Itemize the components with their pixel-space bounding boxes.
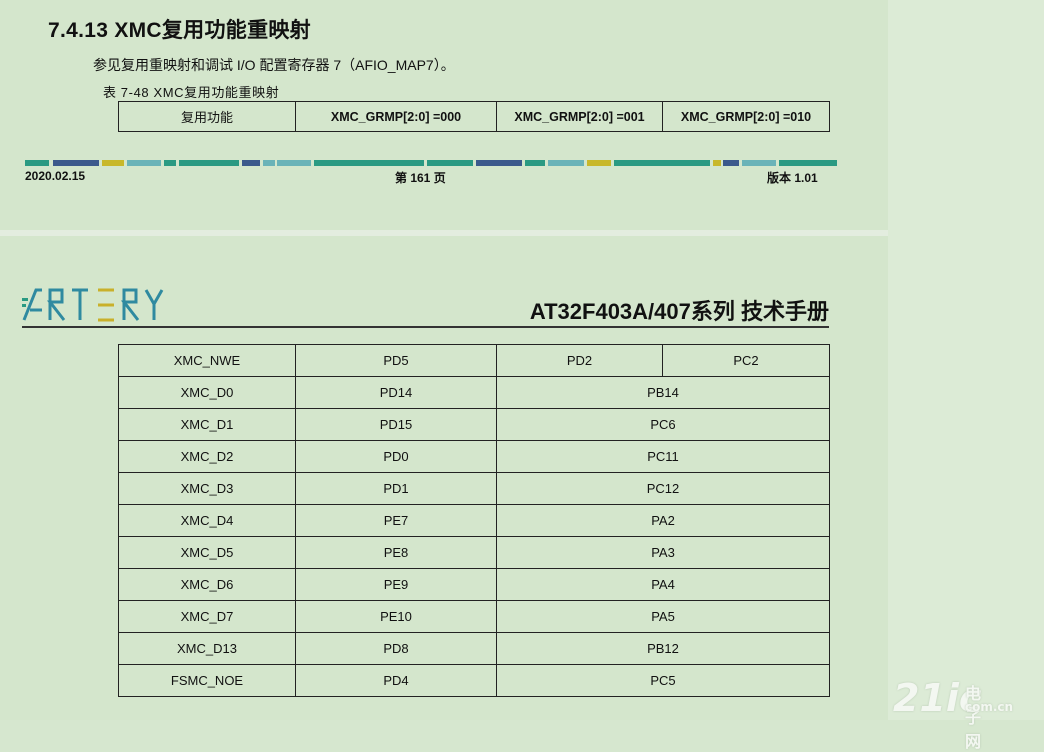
table-cell: XMC_NWE bbox=[118, 344, 296, 377]
footer-bar-segment bbox=[314, 160, 424, 166]
table-cell: PB14 bbox=[496, 376, 830, 409]
table-row: XMC_D2 PD0 PC11 bbox=[118, 440, 830, 473]
table-cell: PE7 bbox=[295, 504, 497, 537]
table-row: XMC_D6 PE9 PA4 bbox=[118, 568, 830, 601]
table-row: XMC_D5 PE8 PA3 bbox=[118, 536, 830, 569]
table-cell: XMC_D7 bbox=[118, 600, 296, 633]
table-cell: FSMC_NOE bbox=[118, 664, 296, 697]
footer-bar-segment bbox=[242, 160, 260, 166]
table-cell: XMC_D0 bbox=[118, 376, 296, 409]
footer-bar-segment bbox=[742, 160, 776, 166]
document-page-161: 7.4.13 XMC复用功能重映射 参见复用重映射和调试 I/O 配置寄存器 7… bbox=[0, 0, 888, 230]
table-cell: PA2 bbox=[496, 504, 830, 537]
table-cell: XMC_D1 bbox=[118, 408, 296, 441]
section-paragraph: 参见复用重映射和调试 I/O 配置寄存器 7（AFIO_MAP7）。 bbox=[93, 57, 455, 73]
table-cell: PB12 bbox=[496, 632, 830, 665]
footer-bar-segment bbox=[25, 160, 49, 166]
table-cell: PD8 bbox=[295, 632, 497, 665]
right-margin bbox=[888, 0, 1044, 720]
table-cell: XMC_D3 bbox=[118, 472, 296, 505]
table-cell: XMC_D4 bbox=[118, 504, 296, 537]
table-row: XMC_D3 PD1 PC12 bbox=[118, 472, 830, 505]
table-cell: PC11 bbox=[496, 440, 830, 473]
footer-bar-segment bbox=[779, 160, 837, 166]
footer-bar-segment bbox=[476, 160, 522, 166]
watermark-domain: com.cn bbox=[965, 700, 1014, 714]
table-row: XMC_D1 PD15 PC6 bbox=[118, 408, 830, 441]
footer-bar-segment bbox=[587, 160, 611, 166]
header-cell: XMC_GRMP[2:0] =001 bbox=[496, 101, 663, 132]
table-cell: PC12 bbox=[496, 472, 830, 505]
header-cell: XMC_GRMP[2:0] =000 bbox=[295, 101, 497, 132]
table-cell: XMC_D5 bbox=[118, 536, 296, 569]
table-cell: XMC_D2 bbox=[118, 440, 296, 473]
table-cell: PA4 bbox=[496, 568, 830, 601]
table-cell: PA5 bbox=[496, 600, 830, 633]
footer-date: 2020.02.15 bbox=[25, 169, 86, 183]
footer-bar-segment bbox=[614, 160, 710, 166]
footer-bar-segment bbox=[713, 160, 721, 166]
table-cell: PD2 bbox=[496, 344, 663, 377]
table-row: FSMC_NOE PD4 PC5 bbox=[118, 664, 830, 697]
remap-pin-table: XMC_NWE PD5 PD2 PC2 XMC_D0 PD14 PB14 XMC_D1 PD15… bbox=[118, 344, 830, 697]
footer-color-bar bbox=[25, 160, 837, 166]
table-header-row: 复用功能 XMC_GRMP[2:0] =000 XMC_GRMP[2:0] =0… bbox=[118, 101, 830, 132]
header-cell: XMC_GRMP[2:0] =010 bbox=[662, 101, 830, 132]
footer-bar-segment bbox=[102, 160, 124, 166]
table-cell: PD15 bbox=[295, 408, 497, 441]
footer-bar-segment bbox=[127, 160, 161, 166]
table-row: XMC_D0 PD14 PB14 bbox=[118, 376, 830, 409]
title-divider bbox=[22, 326, 829, 328]
table-row: XMC_D13 PD8 PB12 bbox=[118, 632, 830, 665]
table-caption: 表 7-48 XMC复用功能重映射 bbox=[103, 85, 280, 100]
footer-bar-segment bbox=[548, 160, 584, 166]
footer-bar-segment bbox=[164, 160, 176, 166]
table-cell: PC5 bbox=[496, 664, 830, 697]
table-cell: XMC_D6 bbox=[118, 568, 296, 601]
artery-logo bbox=[22, 286, 172, 327]
table-cell: PD5 bbox=[295, 344, 497, 377]
header-cell: 复用功能 bbox=[118, 101, 296, 132]
site-watermark: 21ic 电子网 com.cn bbox=[893, 676, 1013, 751]
table-cell: PD14 bbox=[295, 376, 497, 409]
document-title: AT32F403A/407系列 技术手册 bbox=[529, 299, 829, 324]
table-cell: PE9 bbox=[295, 568, 497, 601]
footer-bar-segment bbox=[427, 160, 473, 166]
table-row: XMC_D4 PE7 PA2 bbox=[118, 504, 830, 537]
footer-page-number: 第 161 页 bbox=[395, 171, 446, 185]
table-row: XMC_NWE PD5 PD2 PC2 bbox=[118, 344, 830, 377]
footer-bar-segment bbox=[723, 160, 739, 166]
table-row: XMC_D7 PE10 PA5 bbox=[118, 600, 830, 633]
footer-bar-segment bbox=[263, 160, 275, 166]
table-cell: PA3 bbox=[496, 536, 830, 569]
table-cell: PD1 bbox=[295, 472, 497, 505]
table-cell: PE8 bbox=[295, 536, 497, 569]
footer-version: 版本 1.01 bbox=[767, 171, 818, 185]
remap-header-table: 复用功能 XMC_GRMP[2:0] =000 XMC_GRMP[2:0] =0… bbox=[118, 101, 830, 132]
footer-bar-segment bbox=[525, 160, 545, 166]
table-cell: PD4 bbox=[295, 664, 497, 697]
document-page-162: AT32F403A/407系列 技术手册 XMC_NWE PD5 PD2 PC2 XMC… bbox=[0, 236, 888, 720]
table-cell: PC6 bbox=[496, 408, 830, 441]
table-cell: PC2 bbox=[662, 344, 830, 377]
table-cell: PE10 bbox=[295, 600, 497, 633]
table-cell: PD0 bbox=[295, 440, 497, 473]
footer-bar-segment bbox=[53, 160, 99, 166]
footer-bar-segment bbox=[179, 160, 239, 166]
footer-bar-segment bbox=[277, 160, 311, 166]
section-title: 7.4.13 XMC复用功能重映射 bbox=[48, 19, 311, 42]
watermark-cn: 电子网 bbox=[965, 684, 983, 751]
table-cell: XMC_D13 bbox=[118, 632, 296, 665]
